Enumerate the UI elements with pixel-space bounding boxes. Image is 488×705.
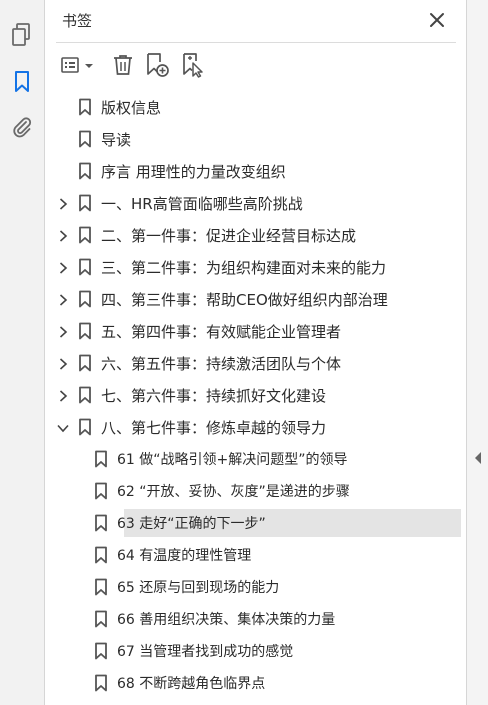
bookmark-icon xyxy=(94,674,108,692)
chevron-right-icon[interactable] xyxy=(56,292,70,306)
panel-splitter[interactable] xyxy=(466,0,488,705)
bookmark-row[interactable]: 六、第五件事：持续激活团队与个体 xyxy=(46,349,461,377)
bookmark-row[interactable]: 四、第三件事：帮助CEO做好组织内部治理 xyxy=(46,285,461,313)
bookmark-label: 67 当管理者找到成功的感觉 xyxy=(117,644,294,660)
new-bookmark-button[interactable] xyxy=(144,51,170,79)
panel-title: 书签 xyxy=(62,12,93,30)
bookmark-icon[interactable] xyxy=(9,69,35,95)
bookmark-label: 序言 用理性的力量改变组织 xyxy=(101,163,286,181)
bookmark-row[interactable]: 序言 用理性的力量改变组织 xyxy=(46,157,461,185)
bookmark-icon xyxy=(94,610,108,628)
find-bookmark-icon xyxy=(183,53,203,78)
bookmark-icon xyxy=(94,578,108,596)
bookmark-row[interactable]: 三、第二件事：为组织构建面对未来的能力 xyxy=(46,253,461,281)
bookmark-label: 八、第七件事：修炼卓越的领导力 xyxy=(101,419,327,437)
bookmark-label: 七、第六件事：持续抓好文化建设 xyxy=(101,387,327,405)
bookmark-row[interactable]: 一、HR高管面临哪些高阶挑战 xyxy=(46,189,461,217)
bookmark-icon xyxy=(78,98,92,116)
bookmark-label: 三、第二件事：为组织构建面对未来的能力 xyxy=(101,259,387,277)
bookmark-row[interactable]: 68 不断跨越角色临界点 xyxy=(46,669,461,697)
bookmarks-toolbar xyxy=(46,48,466,82)
bookmark-row[interactable]: 导读 xyxy=(46,125,461,153)
bookmark-icon xyxy=(78,354,92,372)
divider xyxy=(56,42,456,43)
bookmark-icon xyxy=(78,194,92,212)
bookmark-icon xyxy=(94,642,108,660)
delete-bookmark-button[interactable] xyxy=(111,51,135,79)
bookmark-row[interactable]: 八、第七件事：修炼卓越的领导力 xyxy=(46,413,461,441)
bookmark-icon xyxy=(94,546,108,564)
bookmark-icon xyxy=(78,226,92,244)
attachment-icon[interactable] xyxy=(9,114,35,140)
chevron-right-icon[interactable] xyxy=(56,228,70,242)
bookmark-icon xyxy=(78,418,92,436)
bookmark-icon xyxy=(94,514,108,532)
bookmark-row[interactable]: 版权信息 xyxy=(46,93,461,121)
bookmark-icon xyxy=(78,386,92,404)
bookmark-label: 一、HR高管面临哪些高阶挑战 xyxy=(101,195,303,213)
bookmarks-panel: 书签 版权信息 导读 序言 用理性的力量改变组织 一、HR高管面临哪些高阶挑战 … xyxy=(46,0,466,705)
bookmark-row[interactable]: 66 善用组织决策、集体决策的力量 xyxy=(46,605,461,633)
bookmark-row[interactable]: 64 有温度的理性管理 xyxy=(46,541,461,569)
bookmark-row[interactable]: 65 还原与回到现场的能力 xyxy=(46,573,461,601)
bookmark-row[interactable]: 二、第一件事：促进企业经营目标达成 xyxy=(46,221,461,249)
new-bookmark-icon xyxy=(147,53,169,77)
bookmark-label: 版权信息 xyxy=(101,99,162,117)
bookmark-label: 六、第五件事：持续激活团队与个体 xyxy=(101,355,342,373)
bookmark-icon xyxy=(78,322,92,340)
bookmark-label: 四、第三件事：帮助CEO做好组织内部治理 xyxy=(101,291,388,309)
chevron-right-icon[interactable] xyxy=(56,196,70,210)
collapse-arrow-icon[interactable] xyxy=(473,451,483,465)
bookmark-label: 63 走好“正确的下一步” xyxy=(117,516,266,532)
tool-rail xyxy=(0,0,45,705)
bookmark-icon xyxy=(94,482,108,500)
bookmark-label: 61 做“战略引领+解决问题型”的领导 xyxy=(117,452,348,468)
bookmark-label: 导读 xyxy=(101,131,132,149)
chevron-right-icon[interactable] xyxy=(56,388,70,402)
close-icon[interactable] xyxy=(428,11,446,29)
bookmark-row[interactable]: 五、第四件事：有效赋能企业管理者 xyxy=(46,317,461,345)
chevron-right-icon[interactable] xyxy=(56,260,70,274)
chevron-down-icon[interactable] xyxy=(56,420,70,434)
bookmark-row[interactable]: 63 走好“正确的下一步” xyxy=(46,509,461,537)
bookmark-icon xyxy=(94,450,108,468)
bookmark-label: 五、第四件事：有效赋能企业管理者 xyxy=(101,323,342,341)
bookmark-row[interactable]: 67 当管理者找到成功的感觉 xyxy=(46,637,461,665)
chevron-right-icon[interactable] xyxy=(56,356,70,370)
options-icon xyxy=(61,57,93,73)
bookmark-label: 64 有温度的理性管理 xyxy=(117,548,252,564)
pages-icon[interactable] xyxy=(9,22,35,48)
bookmark-icon xyxy=(78,130,92,148)
bookmark-icon xyxy=(78,162,92,180)
bookmark-row[interactable]: 62 “开放、妥协、灰度”是递进的步骤 xyxy=(46,477,461,505)
delete-icon xyxy=(114,55,132,75)
bookmark-label: 66 善用组织决策、集体决策的力量 xyxy=(117,612,336,628)
bookmark-row[interactable]: 61 做“战略引领+解决问题型”的领导 xyxy=(46,445,461,473)
chevron-right-icon[interactable] xyxy=(56,324,70,338)
options-menu-button[interactable] xyxy=(60,51,96,79)
bookmark-label: 二、第一件事：促进企业经营目标达成 xyxy=(101,227,357,245)
bookmark-label: 65 还原与回到现场的能力 xyxy=(117,580,280,596)
bookmark-label: 68 不断跨越角色临界点 xyxy=(117,676,266,692)
bookmark-icon xyxy=(78,290,92,308)
find-bookmark-button[interactable] xyxy=(180,51,206,79)
bookmark-row[interactable]: 七、第六件事：持续抓好文化建设 xyxy=(46,381,461,409)
bookmark-label: 62 “开放、妥协、灰度”是递进的步骤 xyxy=(117,484,350,500)
bookmark-icon xyxy=(78,258,92,276)
